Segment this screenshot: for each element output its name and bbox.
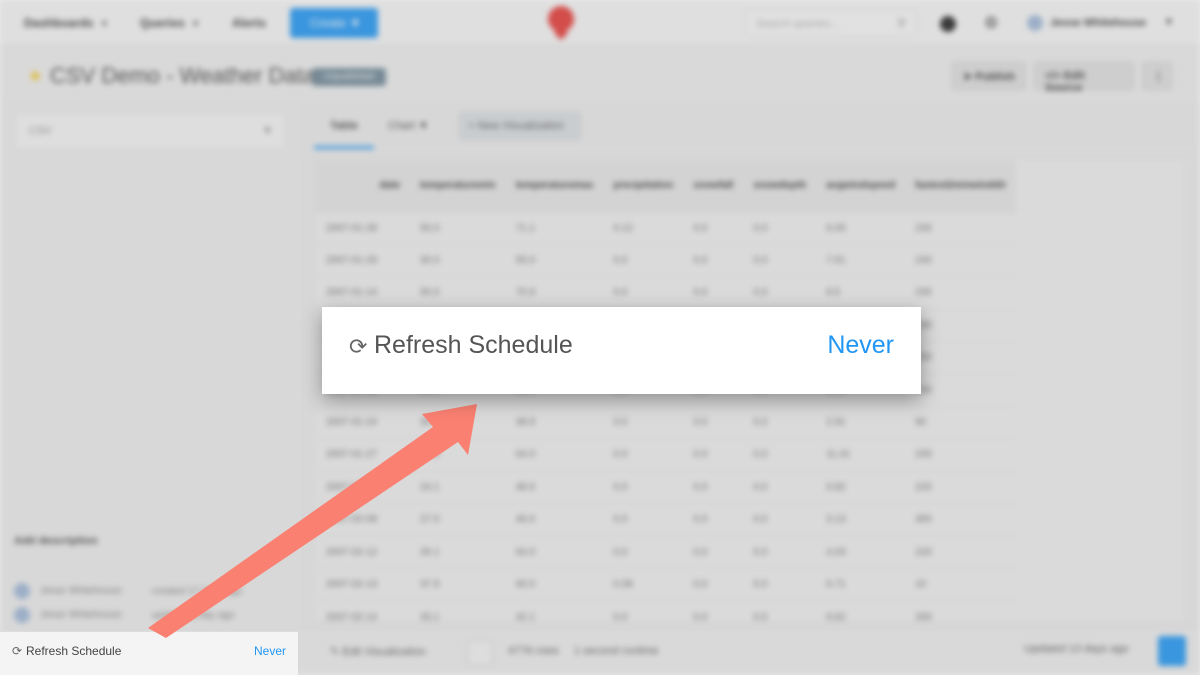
refresh-schedule-label: Refresh Schedule bbox=[374, 331, 573, 359]
refresh-schedule-value[interactable]: Never bbox=[827, 331, 894, 360]
refresh-schedule-label: Refresh Schedule bbox=[26, 644, 122, 658]
refresh-schedule-callout: ⟳ Refresh Schedule Never bbox=[322, 307, 921, 394]
refresh-icon: ⟳ bbox=[349, 334, 368, 359]
refresh-schedule-value[interactable]: Never bbox=[254, 644, 286, 658]
refresh-icon: ⟳ bbox=[12, 644, 23, 658]
refresh-schedule-row: ⟳ Refresh Schedule Never bbox=[0, 631, 298, 675]
